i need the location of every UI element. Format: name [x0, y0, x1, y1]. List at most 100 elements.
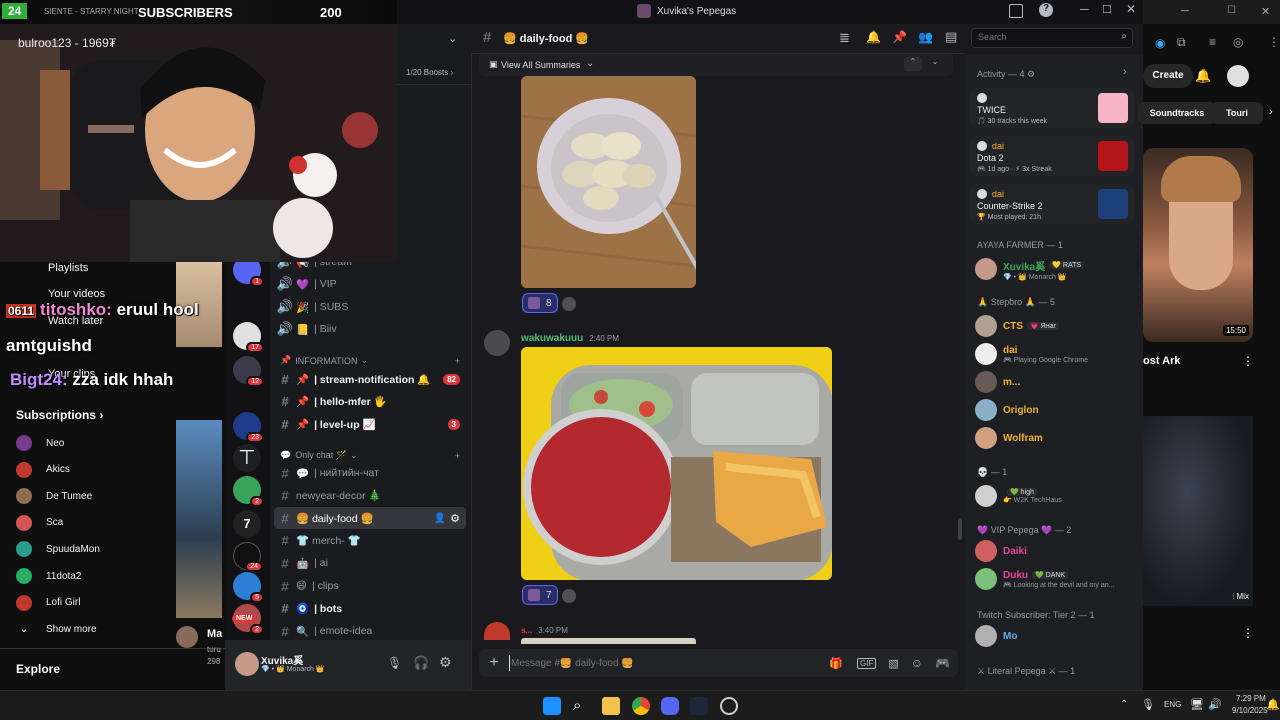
gear-icon[interactable]: ⚙ — [450, 512, 460, 525]
microphone-icon[interactable]: 🎙 — [387, 656, 402, 670]
members-icon[interactable]: 👥 — [918, 30, 933, 44]
clock-date[interactable]: 9/10/2025 — [1232, 706, 1268, 715]
video-thumbnail[interactable]: 15:50 — [1143, 148, 1253, 342]
add-reaction-icon[interactable] — [562, 589, 576, 603]
video-title[interactable]: ost Ark — [1143, 355, 1181, 367]
chevron-down-icon[interactable]: ⌄ — [926, 57, 944, 71]
subscriptions-title[interactable]: Subscriptions › — [16, 408, 103, 422]
chip-soundtracks[interactable]: Soundtracks — [1138, 102, 1216, 124]
gif-icon[interactable]: GIF — [857, 657, 877, 669]
channel-item[interactable]: # newyear-decor 🎄 — [274, 485, 466, 507]
server-icon[interactable]: 2 — [233, 476, 264, 507]
chevron-down-icon[interactable]: ⌄ — [448, 32, 457, 45]
chevron-right-icon[interactable]: › — [1123, 66, 1127, 78]
channel-item[interactable]: # 🧿 | bots — [274, 598, 466, 620]
view-summaries[interactable]: View All Summaries — [501, 60, 580, 70]
notification-icon[interactable]: 🔔 — [1266, 698, 1280, 711]
channel-item[interactable]: # 📌 | hello-mfer 🖐 — [274, 391, 466, 413]
create-button[interactable]: Create — [1143, 64, 1193, 88]
server-icon[interactable]: ⊤ — [233, 444, 261, 472]
chevron-up-icon[interactable]: ⌃ — [1120, 699, 1128, 710]
activity-card[interactable]: dai Dota 2 🎮 1d ago · ⚡ 3x Streak — [970, 136, 1134, 176]
channel-item[interactable]: 🔊 💜 | VIP — [274, 273, 466, 295]
search-icon[interactable]: ⌕ — [573, 697, 591, 715]
menu-dots-icon[interactable]: ⋮ — [1268, 35, 1280, 49]
clock-time[interactable]: 7:29 PM — [1236, 694, 1266, 703]
channel-item[interactable]: # 👕 merch- 👕 — [274, 530, 466, 552]
member-item[interactable]: 💚 high 👉 W2K TechHaus — [975, 483, 1135, 509]
chip-touring[interactable]: Touri — [1211, 102, 1263, 124]
threads-icon[interactable]: ≣ — [839, 30, 850, 46]
reaction-button[interactable]: 8 — [522, 293, 558, 313]
add-channel-icon[interactable]: + — [455, 451, 460, 461]
add-reaction-icon[interactable] — [562, 297, 576, 311]
member-item[interactable]: Mo — [975, 623, 1135, 649]
network-icon[interactable]: 🖥 — [1190, 698, 1204, 711]
windows-start-icon[interactable] — [543, 697, 561, 715]
message-author[interactable]: s... 3:40 PM — [521, 626, 568, 635]
summaries-bar[interactable]: ▣ View All Summaries ⌄ ⌃ ⌄ — [479, 54, 953, 76]
channel-item[interactable]: 🔊 📒 | Biiv — [274, 318, 466, 340]
nav-playlists[interactable]: Playlists — [48, 262, 88, 274]
server-icon[interactable]: 24 — [233, 542, 263, 572]
activity-card[interactable]: TWICE 🎵 30 tracks this week — [970, 88, 1134, 128]
food-image-tray[interactable] — [521, 347, 832, 580]
help-icon[interactable]: ? — [1039, 3, 1053, 17]
video-thumbnail[interactable] — [176, 420, 222, 618]
app-icon[interactable] — [720, 697, 738, 715]
member-item[interactable]: Wolfram — [975, 425, 1135, 451]
minimize-icon[interactable]: ─ — [1080, 2, 1089, 16]
member-item[interactable]: Duku 💚 DANK 🎮 Looking at the devil and my … — [975, 566, 1135, 592]
menu-dots-icon[interactable]: ⋮ — [1242, 354, 1254, 368]
search-input[interactable] — [978, 32, 1108, 42]
gift-icon[interactable]: 🎁 — [829, 657, 843, 670]
minimize-icon[interactable]: ─ — [1181, 5, 1189, 17]
member-item[interactable]: dai 🎮 Playing Google Chrome — [975, 341, 1135, 367]
message-input[interactable] — [511, 657, 830, 669]
emoji-icon[interactable]: ☺ — [911, 656, 923, 670]
channel-item[interactable]: # 🍔 daily-food 🍔 👤 ⚙ — [274, 507, 466, 530]
chrome-icon[interactable] — [632, 697, 650, 715]
category-information[interactable]: 📌 INFORMATION ⌄ + — [280, 355, 460, 366]
mix-thumbnail[interactable]: ⦙ Mix — [1143, 416, 1253, 606]
headphones-icon[interactable]: 🎧 — [413, 655, 429, 671]
channel-item[interactable]: # 🤖 | ai — [274, 552, 466, 574]
volume-icon[interactable]: 🔊 — [1208, 698, 1222, 711]
search-box[interactable]: ⌕ — [971, 28, 1133, 48]
file-explorer-icon[interactable] — [602, 697, 620, 715]
server-icon[interactable]: 17 — [233, 322, 264, 353]
bell-icon[interactable]: 🔔 — [866, 30, 881, 44]
channel-item[interactable]: # 💬 | нийтийн-чат — [274, 462, 466, 484]
invite-icon[interactable]: 👤 — [434, 513, 446, 524]
member-item[interactable]: m... — [975, 369, 1135, 395]
member-item[interactable]: Daiki — [975, 538, 1135, 564]
microphone-icon[interactable]: 🎙 — [1141, 698, 1155, 711]
category-only-chat[interactable]: 💬 Only chat 🪄 ⌄ + — [280, 450, 460, 461]
channel-item[interactable]: # 🔍 | emote-idea — [274, 620, 466, 642]
nav-your-videos[interactable]: Your videos — [48, 288, 105, 300]
avatar[interactable] — [235, 652, 259, 676]
pin-icon[interactable]: 📌 — [892, 30, 907, 44]
activity-card[interactable]: dai Counter-Strike 2 🏆 Most played: 21h — [970, 184, 1134, 224]
avatar[interactable] — [1227, 65, 1249, 87]
maximize-icon[interactable]: ☐ — [1227, 5, 1236, 16]
discord-icon[interactable] — [661, 697, 679, 715]
menu-dots-icon[interactable]: ⋮ — [1242, 626, 1254, 640]
close-icon[interactable]: ✕ — [1126, 2, 1136, 16]
boost-progress[interactable]: 1/20 Boosts › — [406, 68, 453, 77]
cast-icon[interactable]: ◉ — [1155, 36, 1165, 50]
channel-item[interactable]: 🔊 🎉 | SUBS — [274, 296, 466, 318]
scrollbar-thumb[interactable] — [958, 518, 962, 540]
reaction-button[interactable]: 7 — [522, 585, 558, 605]
game-controller-icon[interactable]: 🎮 — [935, 656, 950, 670]
sticker-icon[interactable]: ▧ — [888, 657, 898, 670]
server-icon[interactable]: 7 — [233, 510, 261, 538]
server-icon[interactable]: 23 — [233, 412, 264, 443]
channel-item[interactable]: # 😄 | clips — [274, 575, 466, 597]
member-item[interactable]: Origlon — [975, 397, 1135, 423]
food-image-dumplings[interactable] — [521, 76, 696, 288]
attach-plus-icon[interactable]: + — [479, 654, 509, 672]
extension-icon[interactable]: ⧉ — [1177, 35, 1186, 50]
maximize-icon[interactable]: ☐ — [1102, 3, 1112, 16]
language-indicator[interactable]: ENG — [1164, 700, 1181, 709]
